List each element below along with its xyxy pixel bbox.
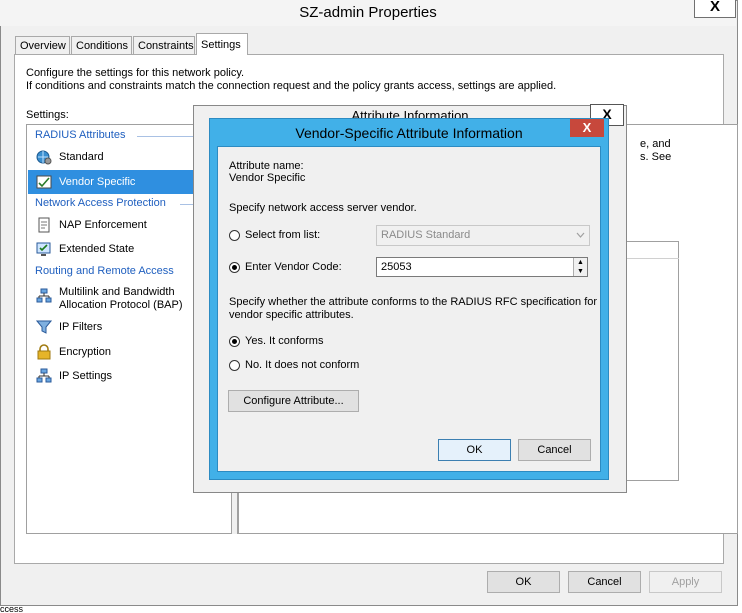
network-icon — [36, 368, 52, 383]
globe-gear-icon — [36, 150, 52, 165]
sidebar-item-label: Extended State — [59, 243, 135, 255]
sidebar-item-label: NAP Enforcement — [59, 219, 147, 231]
ok-button[interactable]: OK — [487, 571, 560, 593]
apply-button[interactable]: Apply — [649, 571, 722, 593]
vendor-code-stepper[interactable]: ▲ ▼ — [573, 258, 587, 276]
checklist-icon — [36, 175, 52, 189]
enter-vendor-code-label: Enter Vendor Code: — [245, 261, 342, 273]
spin-down-icon[interactable]: ▼ — [574, 267, 587, 276]
conform-prompt-line-2: vendor specific attributes. — [229, 309, 354, 321]
attribute-name-label: Attribute name: — [229, 160, 304, 172]
no-conform-label: No. It does not conform — [245, 359, 360, 371]
funnel-icon — [36, 320, 52, 334]
intro-text: Configure the settings for this network … — [26, 67, 666, 93]
sidebar-item-label: Encryption — [59, 346, 111, 358]
sidebar-item-label: Multilink and Bandwidth — [59, 286, 175, 298]
background-status-text: ccess — [0, 606, 742, 613]
select-from-list-radio[interactable] — [229, 230, 240, 241]
section-radius-attributes: RADIUS Attributes — [35, 129, 126, 141]
tab-overview[interactable]: Overview — [15, 36, 70, 54]
detail-partial-text-1: e, and — [640, 138, 671, 150]
chevron-down-icon — [576, 232, 585, 238]
dialog-ok-button[interactable]: OK — [438, 439, 511, 461]
window-title: SZ-admin Properties — [0, 0, 736, 26]
dialog-cancel-button[interactable]: Cancel — [518, 439, 591, 461]
dialog-title: Vendor-Specific Attribute Information — [295, 125, 523, 141]
section-network-access-protection: Network Access Protection — [35, 197, 166, 209]
spin-up-icon[interactable]: ▲ — [574, 258, 587, 267]
sidebar-item-label: IP Filters — [59, 321, 103, 333]
intro-line-1: Configure the settings for this network … — [26, 67, 245, 79]
attribute-name-value: Vendor Specific — [229, 172, 306, 184]
select-from-list-label: Select from list: — [245, 229, 321, 241]
lock-icon — [37, 344, 51, 360]
configure-attribute-button[interactable]: Configure Attribute... — [228, 390, 359, 412]
dialog-close-button[interactable]: X — [570, 119, 604, 137]
detail-partial-text-2: s. See — [640, 151, 672, 163]
network-icon — [36, 288, 52, 303]
sidebar-item-label: Standard — [59, 151, 104, 163]
section-routing-remote-access: Routing and Remote Access — [35, 265, 174, 277]
sidebar-item-label-line2: Allocation Protocol (BAP) — [59, 299, 183, 311]
monitor-check-icon — [36, 242, 51, 256]
sidebar-item-label: IP Settings — [59, 370, 112, 382]
tab-settings[interactable]: Settings — [196, 33, 248, 55]
enter-vendor-code-radio[interactable] — [229, 262, 240, 273]
settings-label: Settings: — [26, 109, 69, 121]
yes-conforms-label: Yes. It conforms — [245, 335, 324, 347]
vendor-prompt: Specify network access server vendor. — [229, 202, 417, 214]
detail-list-box — [627, 241, 679, 481]
cancel-button[interactable]: Cancel — [568, 571, 641, 593]
vendor-select-value: RADIUS Standard — [381, 229, 471, 241]
intro-line-2: If conditions and constraints match the … — [26, 80, 557, 92]
vendor-code-input[interactable]: 25053 — [376, 257, 588, 277]
sidebar-item-label: Vendor Specific — [59, 176, 136, 188]
document-icon — [38, 217, 50, 233]
vendor-select[interactable]: RADIUS Standard — [376, 225, 590, 246]
no-conform-radio[interactable] — [229, 360, 240, 371]
tab-constraints[interactable]: Constraints — [133, 36, 195, 54]
detail-list-header-line — [627, 258, 679, 259]
conform-prompt-line-1: Specify whether the attribute conforms t… — [229, 296, 598, 308]
tab-conditions[interactable]: Conditions — [71, 36, 132, 54]
yes-conforms-radio[interactable] — [229, 336, 240, 347]
window-close-button[interactable]: X — [694, 0, 736, 18]
